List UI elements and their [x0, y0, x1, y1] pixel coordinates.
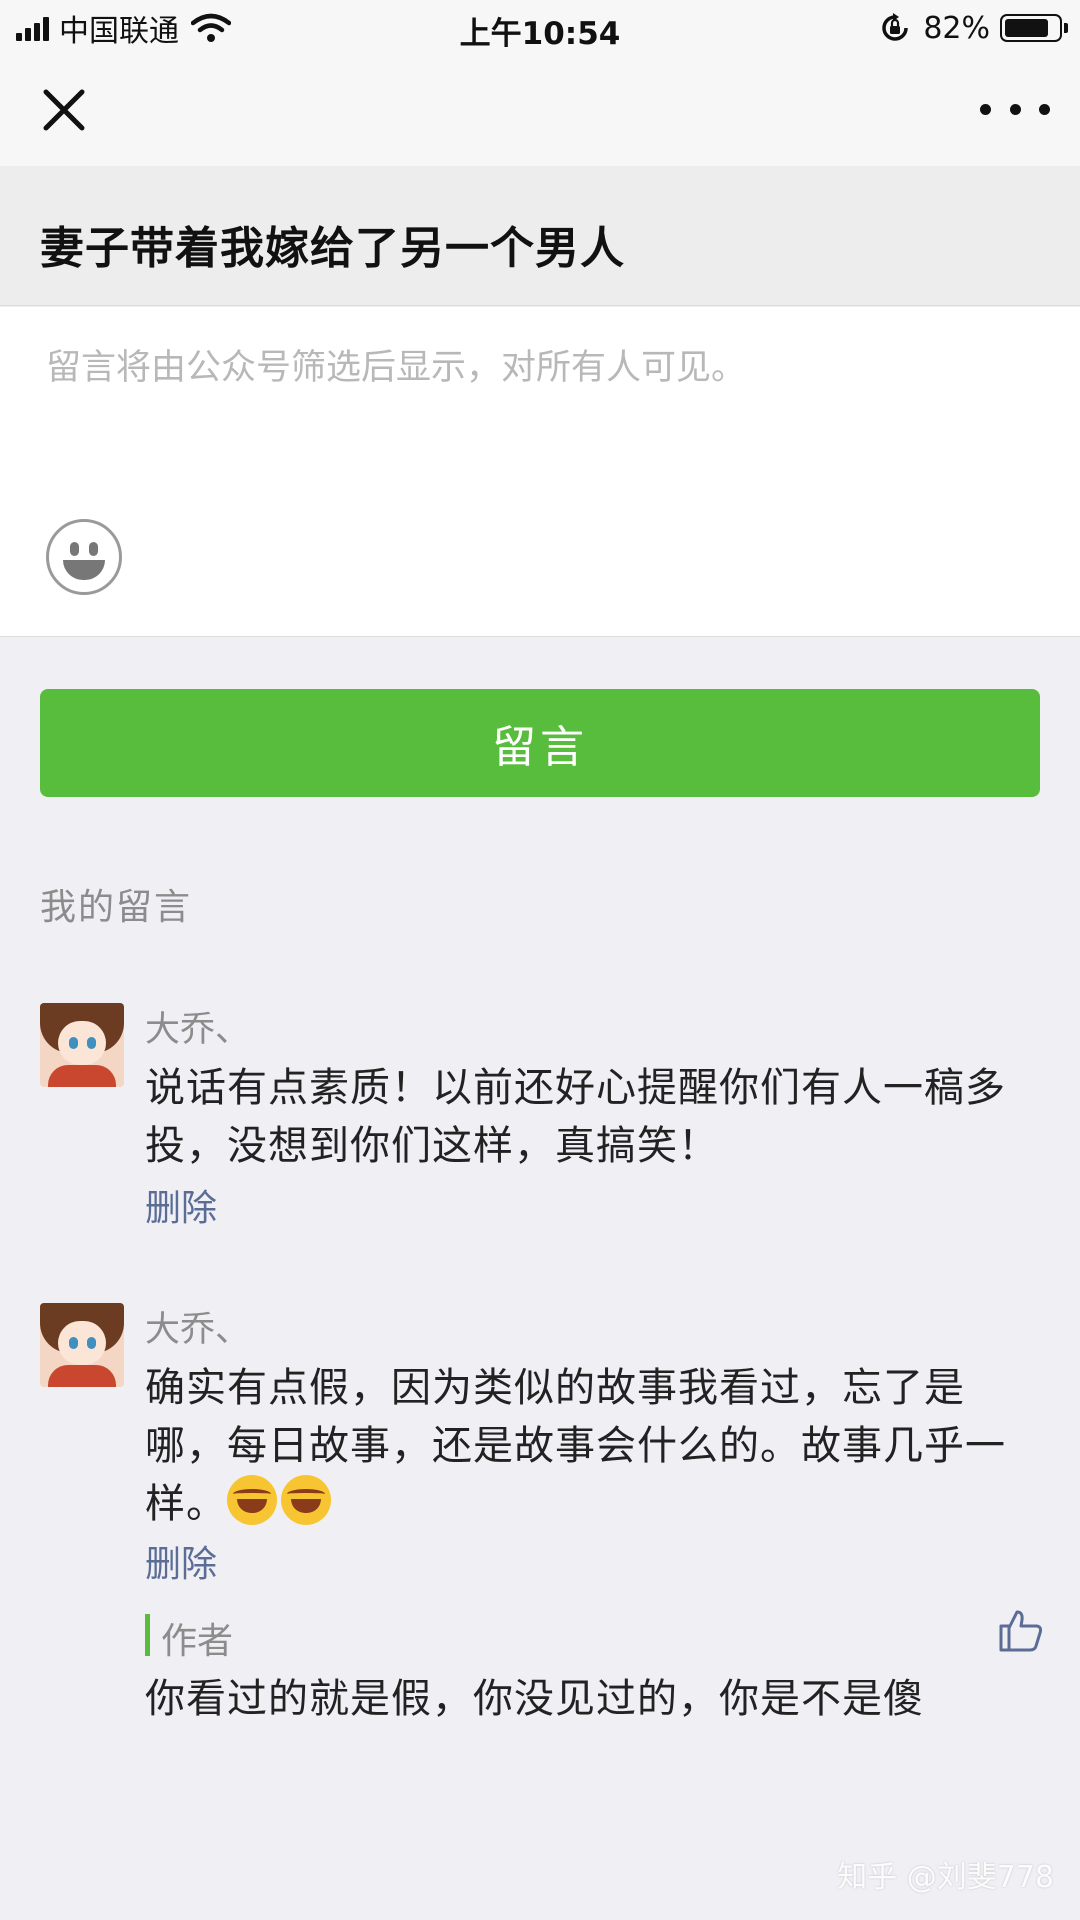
emoji-icon[interactable] [46, 519, 122, 595]
delete-link[interactable]: 删除 [145, 1179, 217, 1231]
battery-percent: 82% [923, 10, 990, 46]
comment-input[interactable]: 留言将由公众号筛选后显示，对所有人可见。 [0, 307, 1080, 637]
watermark: 知乎 @刘斐778 [837, 1860, 1054, 1895]
rotation-lock-icon [882, 13, 909, 41]
laugh-cry-emoji [227, 1475, 277, 1525]
comment-author: 大乔、 [145, 1310, 251, 1350]
more-icon[interactable] [980, 94, 1050, 124]
close-icon[interactable] [36, 82, 92, 138]
comment-author: 大乔、 [145, 1010, 251, 1050]
article-title: 妻子带着我嫁给了另一个男人 [40, 223, 625, 274]
status-right: 82% [879, 8, 1068, 48]
my-comments-label: 我的留言 [40, 887, 193, 928]
delete-link[interactable]: 删除 [145, 1535, 217, 1587]
reply-author-label: 作者 [161, 1621, 234, 1662]
comment-input-placeholder: 留言将由公众号筛选后显示，对所有人可见。 [46, 348, 747, 388]
nav-bar [0, 54, 1080, 166]
avatar[interactable] [40, 1303, 124, 1387]
comment-text: 确实有点假，因为类似的故事我看过，忘了是哪，每日故事，还是故事会什么的。故事几乎… [145, 1359, 1045, 1533]
laugh-cry-emoji [281, 1475, 331, 1525]
avatar[interactable] [40, 1003, 124, 1087]
submit-comment-button[interactable]: 留言 [40, 689, 1040, 797]
reply-text: 你看过的就是假，你没见过的，你是不是傻 [145, 1676, 924, 1722]
status-bar: 中国联通 上午10:54 82% [0, 0, 1080, 54]
article-title-bar: 妻子带着我嫁给了另一个男人 [0, 166, 1080, 306]
reply-accent-bar [145, 1614, 150, 1656]
battery-icon [1000, 14, 1068, 42]
comment-text: 说话有点素质！以前还好心提醒你们有人一稿多投，没想到你们这样，真搞笑！ [145, 1065, 1006, 1169]
thumbs-up-icon[interactable] [997, 1606, 1045, 1654]
